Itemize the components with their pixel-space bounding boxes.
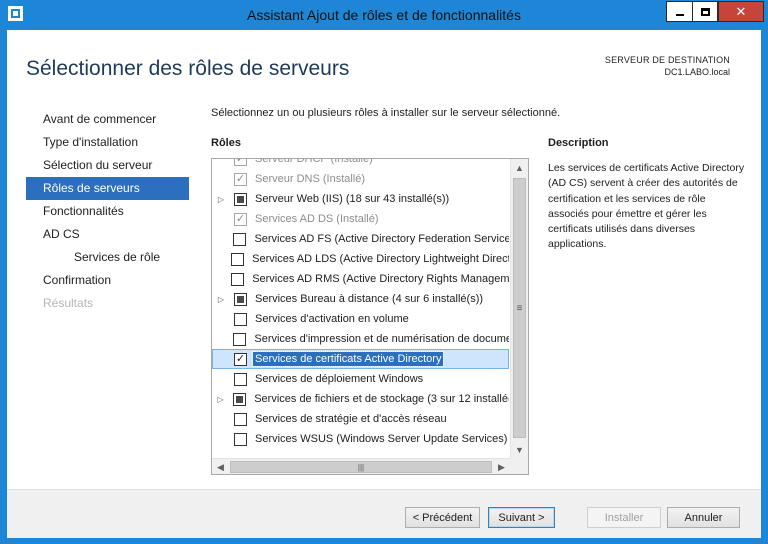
expand-arrow-icon[interactable]: ▷: [214, 395, 227, 404]
scroll-thumb[interactable]: ≡: [513, 178, 526, 438]
roles-list-viewport: Serveur DHCP (Installé) Serveur DNS (Inst…: [212, 159, 509, 458]
role-checkbox: [234, 212, 247, 226]
role-checkbox[interactable]: [231, 252, 245, 266]
role-checkbox[interactable]: [233, 332, 247, 346]
role-row[interactable]: Services AD RMS (Active Directory Rights…: [212, 269, 509, 289]
page-title: Sélectionner des rôles de serveurs: [26, 57, 350, 80]
role-checkbox: [234, 159, 247, 166]
nav-item-ad-cs[interactable]: AD CS: [26, 223, 189, 246]
previous-button[interactable]: < Précédent: [405, 507, 480, 528]
role-checkbox[interactable]: [234, 372, 247, 386]
horizontal-scrollbar[interactable]: ◀ ||| ▶: [212, 458, 510, 474]
role-row[interactable]: Services d'activation en volume: [212, 309, 509, 329]
roles-label: Rôles: [211, 137, 241, 149]
role-checkbox[interactable]: [234, 352, 247, 366]
nav-item-installation-type[interactable]: Type d'installation: [26, 131, 189, 154]
expand-arrow-icon[interactable]: ▷: [214, 195, 228, 204]
maximize-icon: [700, 7, 710, 16]
window-title: Assistant Ajout de rôles et de fonctionn…: [247, 7, 521, 23]
wizard-nav: Avant de commencer Type d'installation S…: [26, 108, 189, 315]
role-label: Services AD DS (Installé): [255, 213, 379, 225]
wizard-client-area: Sélectionner des rôles de serveurs SERVE…: [7, 30, 761, 538]
role-row[interactable]: Serveur DHCP (Installé): [212, 159, 509, 169]
scroll-up-icon[interactable]: ▲: [511, 159, 528, 176]
description-label: Description: [548, 137, 609, 149]
role-row[interactable]: Serveur DNS (Installé): [212, 169, 509, 189]
scroll-right-icon[interactable]: ▶: [493, 459, 510, 474]
role-label: Services d'impression et de numérisation…: [254, 333, 509, 345]
role-label: Services de stratégie et d'accès réseau: [255, 413, 447, 425]
nav-item-server-selection[interactable]: Sélection du serveur: [26, 154, 189, 177]
minimize-button[interactable]: [666, 1, 692, 22]
nav-item-role-services[interactable]: Services de rôle: [26, 246, 189, 269]
nav-item-results: Résultats: [43, 296, 94, 310]
scrollbar-corner: [510, 458, 528, 474]
role-label: Services WSUS (Windows Server Update Ser…: [255, 433, 508, 445]
vertical-scrollbar[interactable]: ▲ ≡ ▼: [510, 159, 528, 458]
role-row[interactable]: ▷ Serveur Web (IIS) (18 sur 43 installé(s…: [212, 189, 509, 209]
nav-item-before-you-begin[interactable]: Avant de commencer: [26, 108, 189, 131]
role-checkbox[interactable]: [234, 192, 247, 206]
role-row[interactable]: Services AD FS (Active Directory Federat…: [212, 229, 509, 249]
next-button[interactable]: Suivant >: [488, 507, 555, 528]
close-button[interactable]: [718, 1, 764, 22]
wizard-footer: < Précédent Suivant > Installer Annuler: [7, 489, 761, 538]
nav-item-features[interactable]: Fonctionnalités: [26, 200, 189, 223]
destination-label: SERVEUR DE DESTINATION: [604, 55, 730, 65]
role-label: Serveur DHCP (Installé): [255, 159, 373, 165]
role-label: Services AD LDS (Active Directory Lightw…: [252, 253, 509, 265]
maximize-button[interactable]: [692, 1, 718, 22]
role-checkbox[interactable]: [233, 392, 247, 406]
minimize-icon: [675, 13, 684, 16]
cancel-button[interactable]: Annuler: [667, 507, 740, 528]
horizontal-scroll-thumb[interactable]: |||: [230, 461, 492, 473]
nav-item-server-roles[interactable]: Rôles de serveurs: [26, 177, 189, 200]
scroll-down-icon[interactable]: ▼: [511, 441, 528, 458]
role-row[interactable]: Services AD DS (Installé): [212, 209, 509, 229]
role-label: Serveur DNS (Installé): [255, 173, 366, 185]
role-row[interactable]: ▷ Services de fichiers et de stockage (3 …: [212, 389, 509, 409]
role-checkbox[interactable]: [234, 292, 247, 306]
role-checkbox: [234, 172, 247, 186]
description-text: Les services de certificats Active Direc…: [548, 162, 745, 251]
role-label: Services AD RMS (Active Directory Rights…: [252, 273, 509, 285]
role-checkbox[interactable]: [234, 412, 247, 426]
role-row[interactable]: Services WSUS (Windows Server Update Ser…: [212, 429, 509, 449]
role-row[interactable]: Services de stratégie et d'accès réseau: [212, 409, 509, 429]
role-label: Services d'activation en volume: [255, 313, 409, 325]
role-label: Services AD FS (Active Directory Federat…: [254, 233, 509, 245]
role-checkbox[interactable]: [234, 312, 247, 326]
destination-server-info: SERVEUR DE DESTINATION DC1.LABO.local: [605, 54, 730, 78]
nav-item-confirmation[interactable]: Confirmation: [26, 269, 189, 292]
role-row[interactable]: Services AD LDS (Active Directory Lightw…: [212, 249, 509, 269]
destination-server-name: DC1.LABO.local: [664, 67, 730, 77]
expand-arrow-icon[interactable]: ▷: [214, 295, 228, 304]
scroll-left-icon[interactable]: ◀: [212, 459, 229, 474]
role-checkbox[interactable]: [231, 272, 245, 286]
role-row[interactable]: Services de déploiement Windows: [212, 369, 509, 389]
role-label: Services de fichiers et de stockage (3 s…: [254, 393, 509, 405]
role-checkbox[interactable]: [233, 232, 247, 246]
role-label: Serveur Web (IIS) (18 sur 43 installé(s)…: [255, 193, 450, 205]
role-row[interactable]: Services de certificats Active Directory: [212, 349, 509, 369]
wizard-window: Assistant Ajout de rôles et de fonctionn…: [0, 0, 768, 544]
role-label: Services Bureau à distance (4 sur 6 inst…: [255, 293, 484, 305]
role-row[interactable]: Services d'impression et de numérisation…: [212, 329, 509, 349]
intro-text: Sélectionnez un ou plusieurs rôles à ins…: [211, 107, 561, 119]
role-checkbox[interactable]: [234, 432, 247, 446]
role-row[interactable]: ▷ Services Bureau à distance (4 sur 6 ins…: [212, 289, 509, 309]
roles-list[interactable]: Serveur DHCP (Installé) Serveur DNS (Inst…: [211, 158, 529, 475]
title-bar[interactable]: Assistant Ajout de rôles et de fonctionn…: [0, 0, 768, 30]
install-button: Installer: [587, 507, 661, 528]
role-label: Services de certificats Active Directory: [251, 351, 445, 367]
role-label: Services de déploiement Windows: [255, 373, 424, 385]
